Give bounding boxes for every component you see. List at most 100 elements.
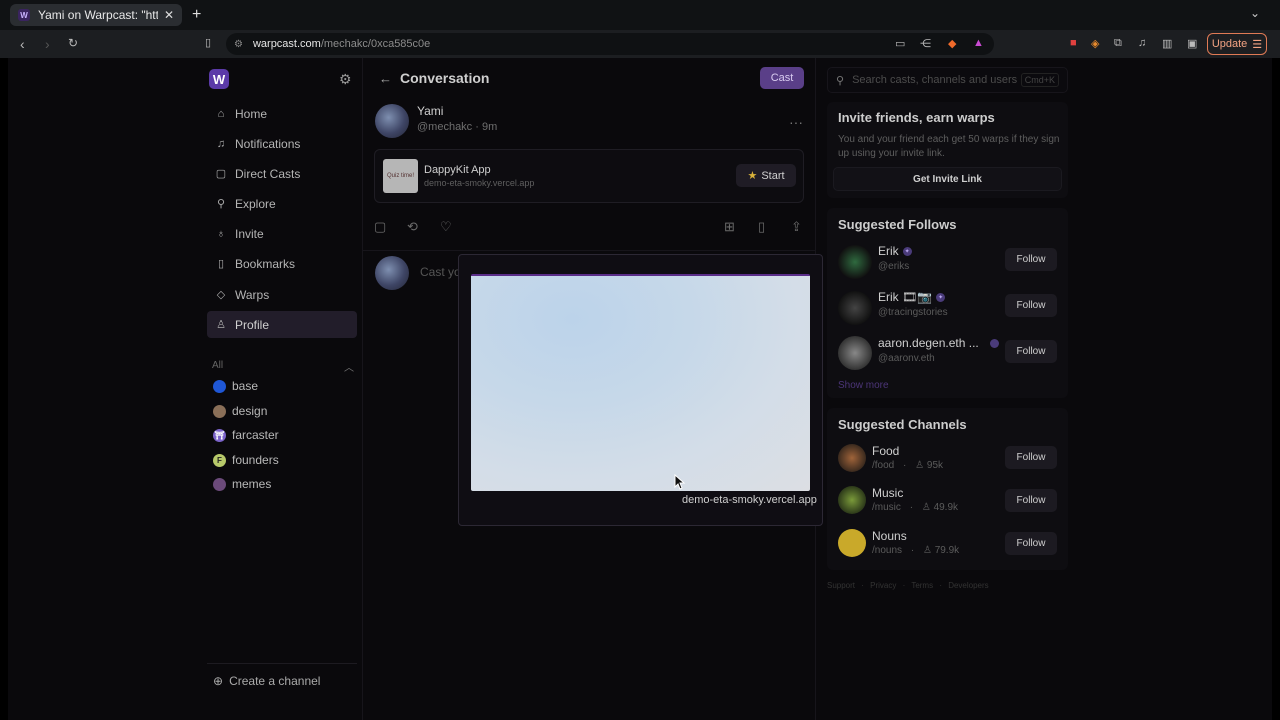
music-icon[interactable]: ♫ bbox=[1138, 37, 1146, 49]
reload-icon[interactable]: ↻ bbox=[68, 36, 78, 50]
channel-item-design[interactable]: design bbox=[213, 401, 267, 421]
footer-links[interactable]: Support · Privacy · Terms · Developers bbox=[827, 581, 989, 590]
channel-base-icon bbox=[213, 379, 226, 393]
update-button[interactable]: Update ☰ bbox=[1207, 33, 1267, 55]
site-settings-icon[interactable]: ⚙ bbox=[234, 39, 243, 50]
extensions-icon[interactable]: ⧉ bbox=[1114, 37, 1122, 50]
back-arrow-icon[interactable]: ← bbox=[379, 71, 392, 86]
chevron-down-icon[interactable]: ⌄ bbox=[1250, 6, 1260, 20]
channel-nouns-icon[interactable] bbox=[838, 529, 866, 557]
follow-name[interactable]: Erik 🎞📷 ✦ bbox=[878, 290, 946, 304]
users-icon: ♁ bbox=[216, 227, 226, 240]
suggested-channels-title: Suggested Channels bbox=[838, 417, 967, 432]
cast-screen-icon[interactable]: ▭ bbox=[895, 37, 905, 50]
nav-label: Direct Casts bbox=[235, 166, 301, 181]
recast-icon[interactable]: ⟲ bbox=[407, 219, 418, 235]
follow-button[interactable]: Follow bbox=[1005, 489, 1057, 512]
channel-farcaster-icon: ⛩ bbox=[213, 428, 226, 442]
nav-item-warps[interactable]: ◇ Warps bbox=[207, 281, 357, 308]
follow-handle: @eriks bbox=[878, 261, 910, 272]
heart-icon[interactable]: ♡ bbox=[440, 219, 452, 235]
follow-name[interactable]: Erik ✦ bbox=[878, 244, 912, 258]
bookmark-icon: ▯ bbox=[217, 258, 225, 270]
channel-meta: /nouns · ♙ 79.9k bbox=[872, 545, 959, 556]
avatar[interactable] bbox=[838, 291, 872, 325]
channel-music-icon[interactable] bbox=[838, 486, 866, 514]
close-tab-icon[interactable]: ✕ bbox=[164, 8, 174, 22]
warpcast-logo-icon[interactable]: W bbox=[209, 69, 229, 89]
search-placeholder: Search casts, channels and users bbox=[852, 74, 1018, 86]
menu-icon: ☰ bbox=[1252, 38, 1263, 51]
gear-icon[interactable]: ⚙ bbox=[339, 71, 352, 88]
members-icon: ♙ bbox=[915, 460, 925, 471]
search-input[interactable]: ⚲ Search casts, channels and users Cmd+K bbox=[827, 67, 1068, 93]
nav-item-direct-casts[interactable]: ▢ Direct Casts bbox=[207, 160, 357, 187]
reply-input[interactable]: Cast yo bbox=[420, 265, 461, 279]
back-icon[interactable]: ‹ bbox=[20, 36, 25, 52]
avatar[interactable] bbox=[375, 104, 409, 138]
follow-button[interactable]: Follow bbox=[1005, 532, 1057, 555]
follow-button[interactable]: Follow bbox=[1005, 294, 1057, 317]
follow-button[interactable]: Follow bbox=[1005, 340, 1057, 363]
nav-item-home[interactable]: ⌂ Home bbox=[207, 100, 357, 127]
forward-icon[interactable]: › bbox=[45, 36, 50, 52]
channel-item-farcaster[interactable]: ⛩ farcaster bbox=[213, 425, 279, 445]
chevron-up-icon[interactable]: ︿ bbox=[344, 359, 354, 374]
brave-rewards-icon[interactable]: ▲ bbox=[973, 37, 984, 49]
sidebar-icon[interactable]: ▥ bbox=[1162, 37, 1172, 50]
metamask-icon[interactable]: ◈ bbox=[1091, 37, 1099, 50]
channel-item-base[interactable]: base bbox=[213, 376, 258, 396]
follow-button[interactable]: Follow bbox=[1005, 446, 1057, 469]
nav-item-bookmarks[interactable]: ▯ Bookmarks bbox=[207, 250, 357, 277]
frame-modal-url[interactable]: demo-eta-smoky.vercel.app bbox=[682, 494, 817, 506]
channel-name[interactable]: Nouns bbox=[872, 529, 907, 543]
address-bar[interactable]: ⚙ warpcast.com/mechakc/0xca585c0e bbox=[226, 33, 994, 55]
channel-name[interactable]: Music bbox=[872, 486, 903, 500]
nav-item-explore[interactable]: ⚲ Explore bbox=[207, 190, 357, 217]
get-invite-link-button[interactable]: Get Invite Link bbox=[833, 167, 1062, 191]
frame-image[interactable] bbox=[471, 274, 810, 491]
members-icon: ♙ bbox=[922, 545, 932, 556]
divider bbox=[207, 663, 357, 664]
reply-icon[interactable]: ▢ bbox=[374, 219, 386, 235]
show-more-link[interactable]: Show more bbox=[838, 380, 889, 391]
invite-text: You and your friend each get 50 warps if… bbox=[838, 134, 1060, 159]
home-icon: ⌂ bbox=[217, 107, 225, 120]
bookmark-icon[interactable]: ▯ bbox=[758, 219, 765, 235]
brave-shield-icon[interactable]: ◆ bbox=[948, 37, 956, 50]
channel-name[interactable]: Food bbox=[872, 444, 899, 458]
nav-label: Notifications bbox=[235, 136, 301, 151]
channel-food-icon[interactable] bbox=[838, 444, 866, 472]
power-badge-icon: ✦ bbox=[936, 292, 946, 302]
follow-handle: @aaronv.eth bbox=[878, 353, 935, 364]
nav-item-invite[interactable]: ♁ Invite bbox=[207, 220, 357, 247]
avatar[interactable] bbox=[838, 336, 872, 370]
wallet-icon[interactable]: ▣ bbox=[1187, 37, 1197, 50]
frame-title: DappyKit App bbox=[424, 164, 491, 176]
channel-founders-icon: F bbox=[213, 453, 226, 467]
share-icon[interactable]: ⋲ bbox=[920, 37, 931, 50]
create-channel-button[interactable]: ⊕ Create a channel bbox=[213, 674, 320, 688]
author-name[interactable]: Yami bbox=[417, 104, 443, 118]
nav-item-notifications[interactable]: ♫ Notifications bbox=[207, 130, 357, 157]
channel-item-memes[interactable]: memes bbox=[213, 474, 271, 494]
channel-count: 79.9k bbox=[934, 545, 960, 556]
more-options-icon[interactable]: ··· bbox=[789, 114, 803, 130]
members-icon: ♙ bbox=[921, 502, 931, 513]
lock-extension-icon[interactable]: ■ bbox=[1070, 37, 1077, 49]
new-tab-icon[interactable]: + bbox=[192, 6, 201, 24]
search-icon: ⚲ bbox=[216, 198, 226, 210]
nav-item-profile[interactable]: ♙ Profile bbox=[207, 311, 357, 338]
avatar[interactable] bbox=[838, 245, 872, 279]
grid-icon[interactable]: ⊞ bbox=[724, 219, 735, 235]
follow-button[interactable]: Follow bbox=[1005, 248, 1057, 271]
follow-name[interactable]: aaron.degen.eth ... bbox=[878, 336, 979, 350]
cast-button[interactable]: Cast bbox=[760, 67, 804, 89]
follow-name-text: Erik 🎞📷 bbox=[878, 290, 933, 304]
share-icon[interactable]: ⇪ bbox=[791, 219, 802, 235]
browser-tab[interactable]: W Yami on Warpcast: "https: ✕ bbox=[10, 4, 182, 26]
bookmark-page-icon[interactable]: ▯ bbox=[205, 36, 211, 49]
nav-label: Profile bbox=[235, 317, 270, 332]
frame-start-button[interactable]: ★ Start bbox=[736, 164, 796, 187]
channel-item-founders[interactable]: F founders bbox=[213, 450, 279, 470]
